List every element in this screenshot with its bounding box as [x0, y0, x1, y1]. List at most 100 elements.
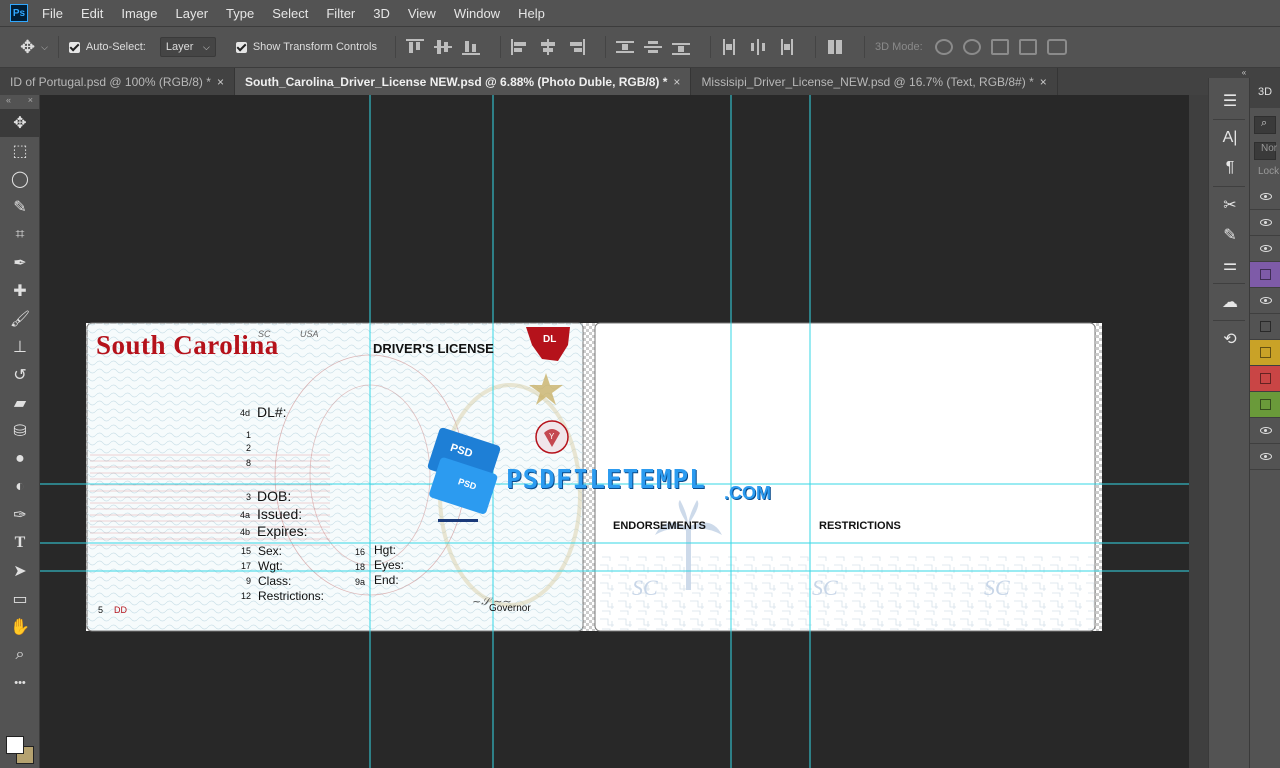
panel-title[interactable]: 3D	[1250, 78, 1280, 108]
foreground-color-swatch[interactable]	[6, 736, 24, 754]
align-left-icon[interactable]	[510, 39, 529, 55]
path-select-tool[interactable]: ➤	[0, 557, 40, 585]
layer-row[interactable]	[1250, 210, 1280, 236]
pen-tool[interactable]: ✑	[0, 501, 40, 529]
layer-row[interactable]	[1250, 444, 1280, 470]
rectangle-tool[interactable]: ▭	[0, 585, 40, 613]
distribute-bottom-icon[interactable]	[671, 39, 690, 55]
distribute-left-icon[interactable]	[721, 39, 739, 55]
close-icon[interactable]: ×	[217, 75, 224, 89]
visibility-eye-icon[interactable]	[1260, 427, 1272, 434]
distribute-vertical-center-icon[interactable]	[643, 39, 662, 55]
layer-row[interactable]	[1250, 236, 1280, 262]
align-horizontal-center-icon[interactable]	[539, 39, 557, 55]
layer-row[interactable]	[1250, 418, 1280, 444]
distribute-top-icon[interactable]	[615, 39, 634, 55]
paint-bucket-tool[interactable]: ⛁	[0, 417, 40, 445]
move-tool[interactable]: ✥	[0, 109, 40, 137]
dock-collapse-button[interactable]: «	[1208, 68, 1280, 78]
eyedropper-tool[interactable]: ✒	[0, 249, 40, 277]
auto-align-icon[interactable]	[826, 39, 844, 55]
align-bottom-icon[interactable]	[461, 39, 480, 55]
visibility-eye-icon[interactable]	[1260, 297, 1272, 304]
orbit-3d-icon[interactable]	[934, 39, 953, 55]
dodge-tool[interactable]: ◐	[0, 473, 40, 501]
roll-3d-icon[interactable]	[962, 39, 981, 55]
lasso-tool[interactable]: ◯	[0, 165, 40, 193]
type-tool[interactable]: T	[0, 529, 40, 557]
visibility-eye-icon[interactable]	[1260, 245, 1272, 252]
healing-tool[interactable]: ✚	[0, 277, 40, 305]
eraser-tool[interactable]: ▰	[0, 389, 40, 417]
move-tool-preset[interactable]: ✥ ⌵	[20, 37, 48, 58]
tab-mississippi-license[interactable]: Missisipi_Driver_License_NEW.psd @ 16.7%…	[691, 68, 1058, 95]
visibility-toggle[interactable]	[1260, 269, 1271, 280]
libraries-icon[interactable]: ☁	[1209, 287, 1251, 317]
align-top-icon[interactable]	[405, 39, 424, 55]
stamp-tool[interactable]: ⊥	[0, 333, 40, 361]
distribute-right-icon[interactable]	[777, 39, 795, 55]
menu-select[interactable]: Select	[272, 6, 308, 21]
pan-3d-icon[interactable]	[990, 39, 1009, 55]
collapse-icon[interactable]: «	[6, 95, 11, 109]
crop-tool[interactable]: ⌗	[0, 221, 40, 249]
layer-row[interactable]	[1250, 366, 1280, 392]
layer-row[interactable]	[1250, 314, 1280, 340]
blend-mode-dropdown[interactable]: Nor	[1254, 142, 1277, 160]
visibility-toggle[interactable]	[1260, 347, 1271, 358]
adjustments-icon[interactable]: ⚌	[1209, 250, 1251, 280]
paragraph-icon[interactable]: ¶	[1209, 153, 1251, 183]
tab-south-carolina-license[interactable]: South_Carolina_Driver_License NEW.psd @ …	[234, 68, 692, 95]
tab-portugal-id[interactable]: ID of Portugal.psd @ 100% (RGB/8) * ×	[0, 68, 235, 95]
canvas-vertical-scrollbar[interactable]	[1189, 95, 1208, 768]
menu-image[interactable]: Image	[121, 6, 157, 21]
align-vertical-center-icon[interactable]	[433, 39, 452, 55]
tools-preset-icon[interactable]: ✂	[1209, 190, 1251, 220]
hand-tool[interactable]: ✋	[0, 613, 40, 641]
layer-row[interactable]	[1250, 262, 1280, 288]
menu-window[interactable]: Window	[454, 6, 500, 21]
visibility-toggle[interactable]	[1260, 321, 1271, 332]
menu-type[interactable]: Type	[226, 6, 254, 21]
scale-3d-icon[interactable]	[1046, 39, 1067, 55]
show-transform-checkbox[interactable]	[235, 41, 247, 53]
marquee-tool[interactable]: ⬚	[0, 137, 40, 165]
close-icon[interactable]: ×	[28, 95, 33, 109]
document-canvas[interactable]: South Carolina SC USA DRIVER'S LICENSE D…	[40, 95, 1189, 768]
layer-filter-input[interactable]: ⌕	[1254, 116, 1276, 134]
blur-tool[interactable]: ●	[0, 445, 40, 473]
properties-icon[interactable]: ☰	[1209, 86, 1251, 116]
zoom-tool[interactable]: ⌕	[0, 641, 40, 669]
auto-select-target-dropdown[interactable]: Layer ⌵	[159, 37, 216, 57]
close-icon[interactable]: ×	[673, 75, 680, 89]
visibility-toggle[interactable]	[1260, 373, 1271, 384]
brush-tool[interactable]: 🖌	[0, 305, 40, 333]
auto-select-toggle[interactable]: Auto-Select:	[68, 41, 146, 53]
menu-view[interactable]: View	[408, 6, 436, 21]
auto-select-checkbox[interactable]	[68, 41, 80, 53]
close-icon[interactable]: ×	[1040, 75, 1047, 89]
slide-3d-icon[interactable]	[1018, 39, 1037, 55]
layer-row[interactable]	[1250, 392, 1280, 418]
brush-settings-icon[interactable]: ✎	[1209, 220, 1251, 250]
layer-row[interactable]	[1250, 184, 1280, 210]
align-right-icon[interactable]	[567, 39, 585, 55]
quick-select-tool[interactable]: ✎	[0, 193, 40, 221]
layer-row[interactable]	[1250, 288, 1280, 314]
menu-file[interactable]: File	[42, 6, 63, 21]
menu-filter[interactable]: Filter	[326, 6, 355, 21]
show-transform-toggle[interactable]: Show Transform Controls	[235, 41, 377, 53]
history-brush-tool[interactable]: ↺	[0, 361, 40, 389]
more-tool[interactable]: •••	[0, 669, 40, 697]
layer-row[interactable]	[1250, 340, 1280, 366]
color-swatches[interactable]	[4, 734, 36, 764]
distribute-horizontal-center-icon[interactable]	[749, 39, 767, 55]
visibility-toggle[interactable]	[1260, 399, 1271, 410]
visibility-eye-icon[interactable]	[1260, 219, 1272, 226]
visibility-eye-icon[interactable]	[1260, 453, 1272, 460]
character-icon[interactable]: A|	[1209, 123, 1251, 153]
visibility-eye-icon[interactable]	[1260, 193, 1272, 200]
menu-layer[interactable]: Layer	[176, 6, 209, 21]
menu-3d[interactable]: 3D	[373, 6, 390, 21]
menu-help[interactable]: Help	[518, 6, 545, 21]
